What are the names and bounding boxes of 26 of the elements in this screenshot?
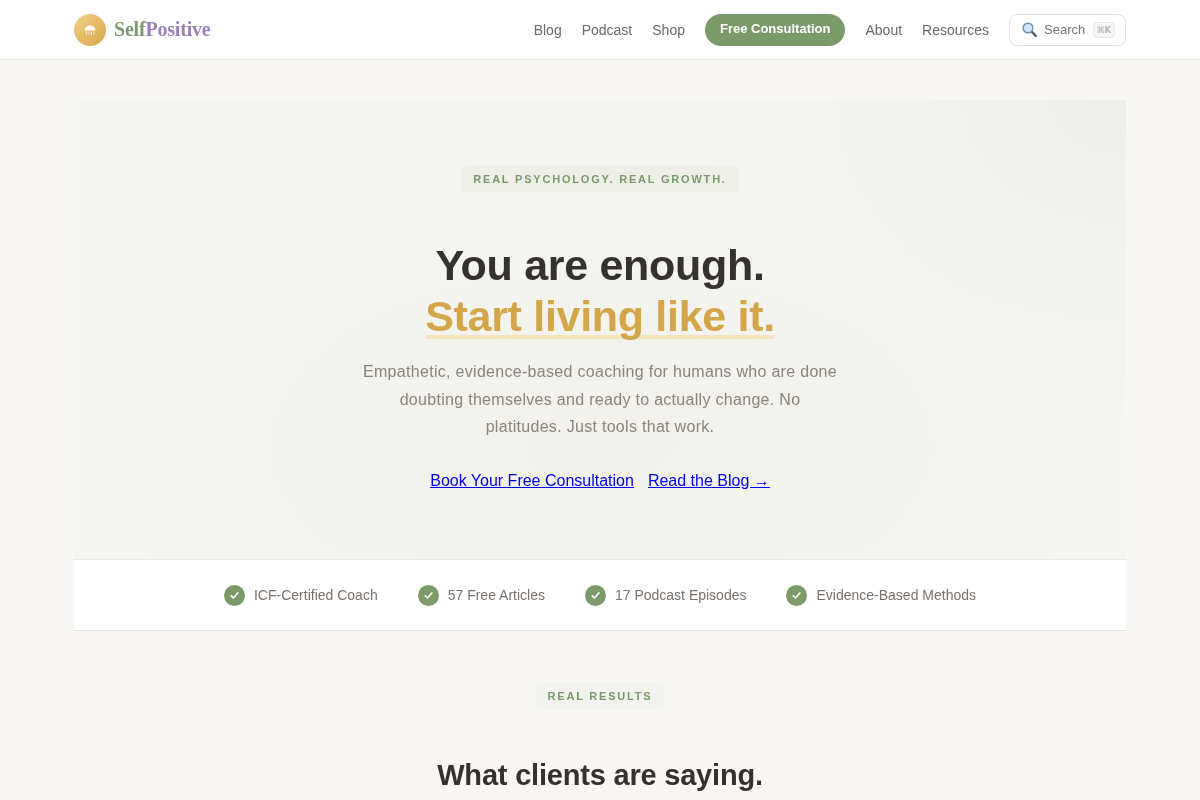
hero-link[interactable]: Read the Blog → bbox=[647, 471, 770, 490]
search-button[interactable]: Search ⌘K bbox=[1009, 13, 1126, 46]
nav-link[interactable]: Blog bbox=[533, 21, 562, 38]
brand-name[interactable]: SelfPositive bbox=[114, 18, 211, 41]
hero-title: You are enough. bbox=[435, 240, 765, 291]
search-icon bbox=[1022, 22, 1037, 37]
eyebrow-label: REAL PSYCHOLOGY. REAL GROWTH. bbox=[461, 166, 739, 192]
check-icon bbox=[786, 584, 808, 606]
eyebrow-label: REAL RESULTS bbox=[535, 683, 665, 709]
nav-link[interactable]: About bbox=[865, 21, 903, 38]
highlight-text: 57 Free Articles bbox=[447, 587, 545, 603]
nav-link[interactable]: Resources bbox=[922, 21, 989, 38]
highlight-text: Evidence-Based Methods bbox=[816, 587, 976, 603]
nav-link[interactable]: Podcast bbox=[581, 21, 633, 38]
highlight-text: ICF-Certified Coach bbox=[253, 587, 378, 603]
nav-link[interactable]: Shop bbox=[652, 21, 685, 38]
shortcut-hint: ⌘K bbox=[1092, 21, 1115, 38]
check-icon bbox=[223, 584, 245, 606]
logo-icon bbox=[74, 13, 106, 46]
hero-link[interactable]: Book Your Free Consultation bbox=[430, 471, 634, 490]
section-title: What clients are saying. bbox=[437, 758, 763, 793]
hero-description: Empathetic, evidence-based coaching for humans who are done doubting themselves and ready to actually change. No platitudes. Just tools that work. bbox=[362, 362, 838, 437]
check-icon bbox=[584, 584, 606, 606]
check-icon bbox=[417, 584, 439, 606]
consultation-button[interactable]: Free Consultation bbox=[704, 13, 846, 46]
highlight-text: 17 Podcast Episodes bbox=[614, 587, 747, 603]
